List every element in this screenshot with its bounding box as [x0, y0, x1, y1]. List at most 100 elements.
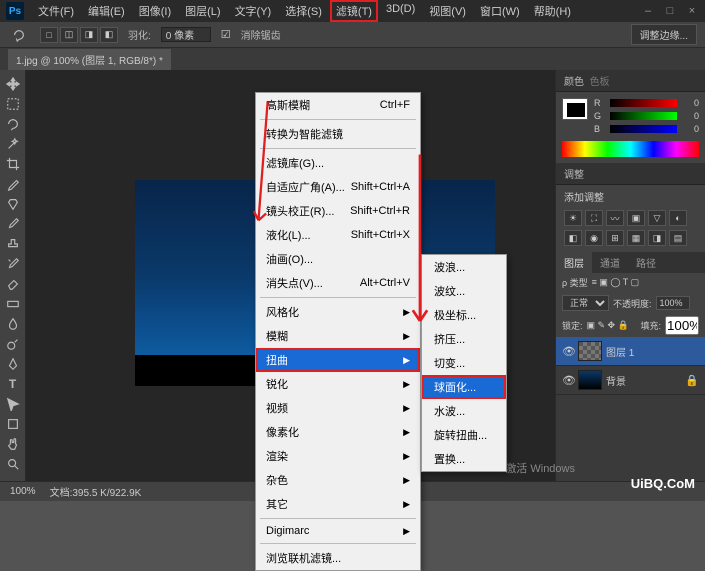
color-lookup-icon[interactable]: ▦ — [627, 230, 645, 246]
paths-tab[interactable]: 路径 — [628, 252, 664, 273]
menu-oil-paint[interactable]: 油画(O)... — [256, 247, 420, 271]
g-slider[interactable] — [610, 112, 677, 120]
menu-lens-correct[interactable]: 镜头校正(R)...Shift+Ctrl+R — [256, 199, 420, 223]
menu-image[interactable]: 图像(I) — [133, 0, 177, 22]
menu-window[interactable]: 窗口(W) — [474, 0, 526, 22]
menu-stylize[interactable]: 风格化▶ — [256, 300, 420, 324]
curves-icon[interactable]: 〰 — [606, 210, 624, 226]
minimize-button[interactable]: – — [641, 4, 655, 18]
marquee-tool[interactable] — [2, 94, 24, 114]
menu-liquify[interactable]: 液化(L)...Shift+Ctrl+X — [256, 223, 420, 247]
foreground-background-swatch[interactable] — [562, 98, 588, 120]
feather-input[interactable] — [161, 27, 211, 42]
submenu-shear[interactable]: 切变... — [422, 351, 506, 375]
opacity-input[interactable] — [656, 296, 690, 310]
layer-thumbnail[interactable] — [578, 341, 602, 361]
exposure-icon[interactable]: ▣ — [627, 210, 645, 226]
menu-pixelate[interactable]: 像素化▶ — [256, 420, 420, 444]
hand-tool[interactable] — [2, 434, 24, 454]
visibility-icon[interactable]: 👁 — [562, 374, 574, 387]
channels-tab[interactable]: 通道 — [592, 252, 628, 273]
color-panel-tab[interactable]: 颜色 色板 — [556, 70, 705, 92]
channel-mixer-icon[interactable]: ⊞ — [606, 230, 624, 246]
submenu-zigzag[interactable]: 水波... — [422, 399, 506, 423]
crop-tool[interactable] — [2, 154, 24, 174]
bw-icon[interactable]: ◧ — [564, 230, 582, 246]
menu-layer[interactable]: 图层(L) — [179, 0, 226, 22]
layer-item[interactable]: 👁 图层 1 — [556, 337, 705, 366]
maximize-button[interactable]: □ — [663, 4, 677, 18]
menu-blur[interactable]: 模糊▶ — [256, 324, 420, 348]
healing-tool[interactable] — [2, 194, 24, 214]
menu-video[interactable]: 视频▶ — [256, 396, 420, 420]
menu-adaptive-wide[interactable]: 自适应广角(A)...Shift+Ctrl+A — [256, 175, 420, 199]
submenu-twirl[interactable]: 旋转扭曲... — [422, 423, 506, 447]
document-tab[interactable]: 1.jpg @ 100% (图层 1, RGB/8*) * — [8, 49, 171, 70]
submenu-ripple[interactable]: 波纹... — [422, 279, 506, 303]
selection-mode-icons[interactable]: □◫◨◧ — [40, 27, 118, 43]
menu-noise[interactable]: 杂色▶ — [256, 468, 420, 492]
menu-filter-gallery[interactable]: 滤镜库(G)... — [256, 151, 420, 175]
menu-3d[interactable]: 3D(D) — [380, 0, 421, 22]
shape-tool[interactable] — [2, 414, 24, 434]
stamp-tool[interactable] — [2, 234, 24, 254]
hue-icon[interactable]: ◐ — [669, 210, 687, 226]
layer-thumbnail[interactable] — [578, 370, 602, 390]
adjustments-panel-tab[interactable]: 调整 — [556, 163, 705, 185]
submenu-spherize[interactable]: 球面化... — [422, 375, 506, 399]
zoom-level[interactable]: 100% — [10, 486, 36, 497]
history-brush-tool[interactable] — [2, 254, 24, 274]
posterize-icon[interactable]: ▤ — [669, 230, 687, 246]
submenu-wave[interactable]: 波浪... — [422, 255, 506, 279]
menu-filter[interactable]: 滤镜(T) — [330, 0, 378, 22]
menu-file[interactable]: 文件(F) — [32, 0, 80, 22]
visibility-icon[interactable]: 👁 — [562, 345, 574, 358]
dodge-tool[interactable] — [2, 334, 24, 354]
menu-last-filter[interactable]: 高斯模糊Ctrl+F — [256, 93, 420, 117]
menu-convert-smart[interactable]: 转换为智能滤镜 — [256, 122, 420, 146]
b-slider[interactable] — [610, 125, 677, 133]
r-slider[interactable] — [610, 99, 677, 107]
brush-tool[interactable] — [2, 214, 24, 234]
eyedropper-tool[interactable] — [2, 174, 24, 194]
menu-select[interactable]: 选择(S) — [279, 0, 328, 22]
menu-distort[interactable]: 扭曲▶ — [256, 348, 420, 372]
lock-icons[interactable]: ▣ ✎ ✥ 🔒 — [587, 320, 629, 331]
invert-icon[interactable]: ◨ — [648, 230, 666, 246]
zoom-tool[interactable] — [2, 454, 24, 474]
path-tool[interactable] — [2, 394, 24, 414]
gradient-tool[interactable] — [2, 294, 24, 314]
blur-tool[interactable] — [2, 314, 24, 334]
submenu-displace[interactable]: 置换... — [422, 447, 506, 471]
layer-item[interactable]: 👁 背景 🔒 — [556, 366, 705, 395]
menu-other[interactable]: 其它▶ — [256, 492, 420, 516]
lasso-tool[interactable] — [2, 114, 24, 134]
menu-type[interactable]: 文字(Y) — [229, 0, 278, 22]
menu-sharpen[interactable]: 锐化▶ — [256, 372, 420, 396]
menu-view[interactable]: 视图(V) — [423, 0, 472, 22]
vibrance-icon[interactable]: ▽ — [648, 210, 666, 226]
eraser-tool[interactable] — [2, 274, 24, 294]
layers-tab[interactable]: 图层 — [556, 252, 592, 273]
type-tool[interactable]: T — [2, 374, 24, 394]
blend-mode-select[interactable]: 正常 — [562, 295, 609, 311]
submenu-polar[interactable]: 极坐标... — [422, 303, 506, 327]
levels-icon[interactable]: ⛶ — [585, 210, 603, 226]
pen-tool[interactable] — [2, 354, 24, 374]
photo-filter-icon[interactable]: ◉ — [585, 230, 603, 246]
move-tool[interactable] — [2, 74, 24, 94]
filter-icons[interactable]: ≡ ▣ ◯ T ▢ — [592, 277, 640, 288]
menu-render[interactable]: 渲染▶ — [256, 444, 420, 468]
antialias-checkbox[interactable]: ☑ — [221, 28, 231, 41]
submenu-pinch[interactable]: 挤压... — [422, 327, 506, 351]
menu-vanishing[interactable]: 消失点(V)...Alt+Ctrl+V — [256, 271, 420, 295]
menu-help[interactable]: 帮助(H) — [528, 0, 577, 22]
wand-tool[interactable] — [2, 134, 24, 154]
brightness-icon[interactable]: ☀ — [564, 210, 582, 226]
fill-input[interactable] — [665, 316, 699, 335]
color-ramp[interactable] — [562, 141, 699, 157]
refine-edge-button[interactable]: 调整边缘... — [631, 24, 697, 45]
menu-browse-online[interactable]: 浏览联机滤镜... — [256, 546, 420, 570]
close-button[interactable]: × — [685, 4, 699, 18]
menu-digimarc[interactable]: Digimarc▶ — [256, 521, 420, 541]
